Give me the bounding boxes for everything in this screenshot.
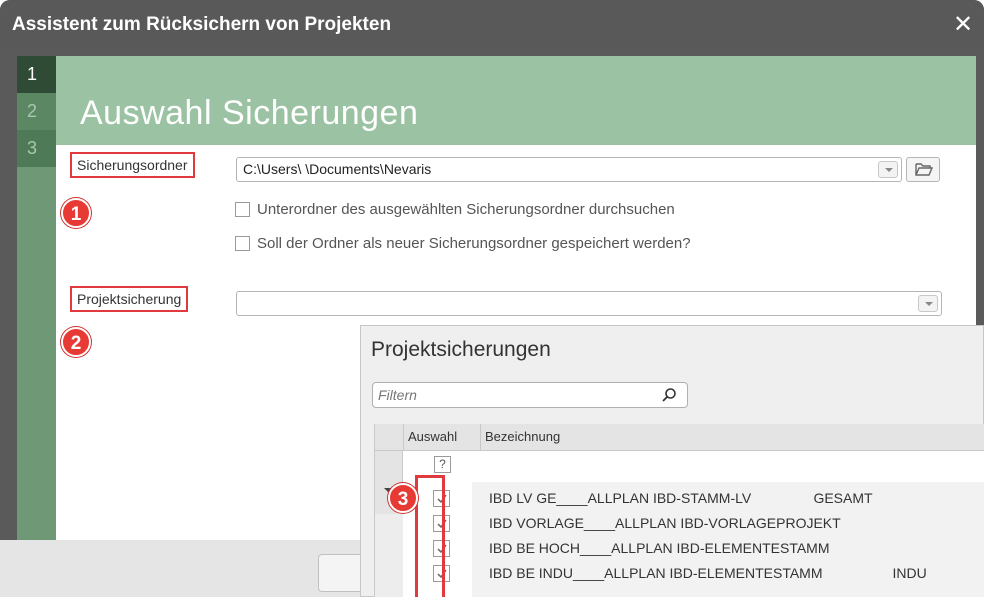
- row-bezeichnung[interactable]: IBD BE INDU____ALLPLAN IBD-ELEMENTESTAMM…: [489, 565, 927, 581]
- chevron-down-icon: [925, 302, 933, 306]
- highlight-frame: [415, 475, 445, 597]
- row-bezeichnung[interactable]: IBD VORLAGE____ALLPLAN IBD-VORLAGEPROJEK…: [489, 515, 841, 531]
- page-header: Auswahl Sicherungen: [56, 56, 976, 145]
- row-header-column: [375, 451, 403, 597]
- grid-header: Auswahl Bezeichnung: [375, 424, 984, 451]
- subfolder-checkbox[interactable]: [235, 202, 250, 217]
- step-sidebar: 1 2 3: [17, 56, 56, 546]
- dropdown-button[interactable]: [918, 295, 938, 312]
- row-bezeichnung[interactable]: IBD BE HOCH____ALLPLAN IBD-ELEMENTESTAMM: [489, 540, 830, 556]
- project-backup-combobox[interactable]: [236, 291, 942, 316]
- close-icon[interactable]: ✕: [950, 12, 976, 38]
- window-title: Assistent zum Rücksichern von Projekten: [12, 14, 392, 35]
- grid-filter-row: ?: [403, 451, 984, 480]
- column-header-bezeichnung[interactable]: Bezeichnung: [485, 429, 560, 444]
- filter-input[interactable]: Filtern: [372, 382, 688, 408]
- row-selector[interactable]: [375, 514, 403, 597]
- callout-badge-3: 3: [388, 483, 418, 513]
- backup-folder-value: C:\Users\ \Documents\Nevaris: [243, 161, 432, 177]
- popup-title: Projektsicherungen: [371, 338, 551, 361]
- backup-folder-combobox[interactable]: C:\Users\ \Documents\Nevaris: [236, 157, 902, 182]
- search-icon[interactable]: [661, 387, 677, 403]
- step-2[interactable]: 2: [17, 93, 56, 130]
- auswahl-filter-cell[interactable]: ?: [434, 456, 451, 473]
- page-title: Auswahl Sicherungen: [80, 94, 419, 132]
- filter-placeholder: Filtern: [378, 387, 417, 403]
- row-bezeichnung[interactable]: IBD LV GE____ALLPLAN IBD-STAMM-LV GESAMT: [489, 490, 873, 506]
- browse-folder-button[interactable]: [906, 157, 940, 182]
- wizard-window: Assistent zum Rücksichern von Projekten …: [0, 0, 984, 597]
- backup-folder-label: Sicherungsordner: [70, 152, 195, 178]
- callout-badge-2: 2: [61, 327, 91, 357]
- step-3[interactable]: 3: [17, 130, 56, 167]
- project-backups-popup: Projektsicherungen Filtern Auswahl Bezei…: [360, 325, 984, 597]
- subfolder-checkbox-label: Unterordner des ausgewählten Sicherungso…: [257, 201, 675, 218]
- column-separator: [480, 424, 481, 451]
- title-bar[interactable]: Assistent zum Rücksichern von Projekten …: [0, 0, 984, 55]
- column-separator: [403, 424, 404, 451]
- dropdown-button[interactable]: [878, 161, 898, 178]
- step-1[interactable]: 1: [17, 56, 56, 93]
- save-folder-checkbox[interactable]: [235, 236, 250, 251]
- backups-grid: Auswahl Bezeichnung ? IBD LV GE____ALLPL…: [374, 424, 984, 597]
- project-backup-label: Projektsicherung: [70, 286, 189, 312]
- column-header-auswahl[interactable]: Auswahl: [408, 429, 457, 444]
- callout-badge-1: 1: [61, 198, 91, 228]
- save-folder-checkbox-label: Soll der Ordner als neuer Sicherungsordn…: [257, 235, 691, 252]
- folder-open-icon: [915, 163, 933, 176]
- left-frame: [0, 55, 17, 555]
- chevron-down-icon: [885, 168, 893, 172]
